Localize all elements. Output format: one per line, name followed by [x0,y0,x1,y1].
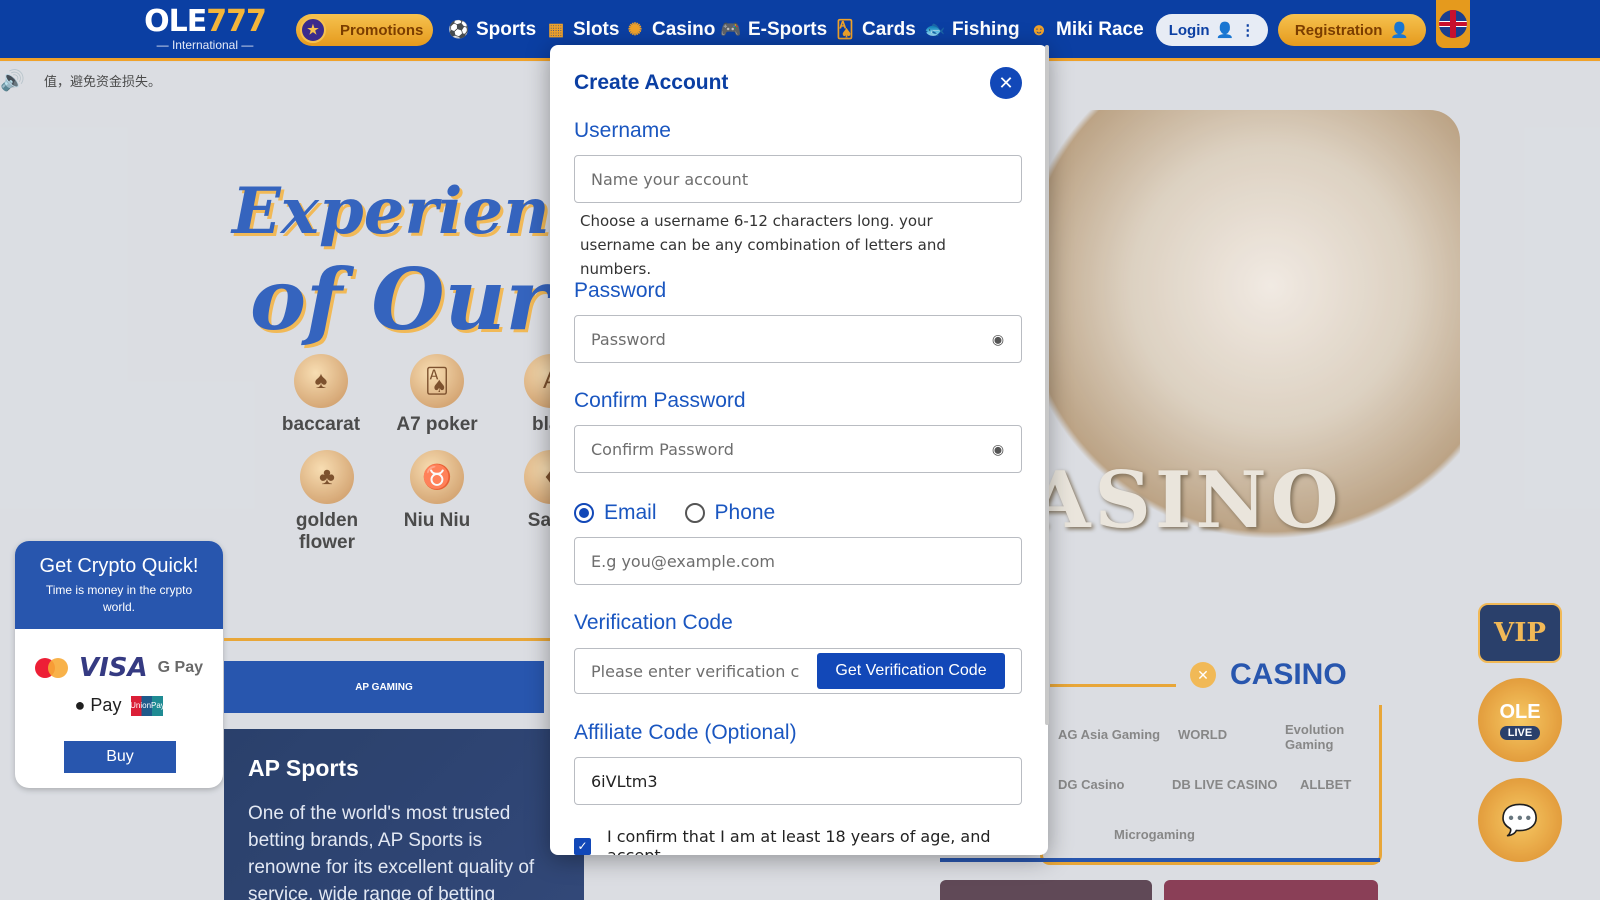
phone-option[interactable]: Phone [684,501,776,525]
show-password-icon[interactable]: ◉ [988,329,1008,349]
phone-radio[interactable] [684,503,705,523]
age-agreement-text: I confirm that I am at least 18 years of… [606,827,991,855]
password-input[interactable] [574,315,1022,363]
login-label: Login [1168,21,1210,39]
modal-title: Create Account [574,71,729,94]
logo-number: 777 [206,4,267,39]
logo-text: OLE [144,4,207,39]
mascot-icon: ☻ [1030,20,1048,39]
add-user-icon: 👤 [1390,22,1410,39]
verification-code-field: Get Verification Code [574,648,1022,694]
email-option-label: Email [604,501,657,524]
username-hint: Choose a username 6-12 characters long. … [580,212,946,278]
slot-machine-icon: ▦ [547,20,565,39]
nav-cards[interactable]: 🂡 Cards [834,16,916,44]
nav-sports-label: Sports [476,19,537,40]
login-button[interactable]: Login 👤 ⋮ [1156,14,1268,46]
promotions-button[interactable]: ★ Promotions [296,14,433,46]
age-agreement-checkbox[interactable]: ✓ [574,837,591,855]
casino-chip-icon: ✺ [627,20,643,39]
get-verification-code-button[interactable]: Get Verification Code [817,653,1005,689]
more-vertical-icon: ⋮ [1240,22,1256,39]
registration-label: Registration [1294,21,1383,39]
password-label: Password [574,279,667,302]
affiliate-code-input[interactable] [574,757,1022,805]
phone-option-label: Phone [714,501,776,524]
close-icon: ✕ [998,73,1014,93]
email-option[interactable]: Email [574,501,657,525]
fish-icon: 🐟 [924,20,946,39]
verification-code-input[interactable] [575,649,815,693]
create-account-modal: Create Account ✕ Username Choose a usern… [550,45,1048,855]
contact-method-selector: Email Phone [574,501,789,525]
show-confirm-password-icon[interactable]: ◉ [988,439,1008,459]
nav-sports[interactable]: ⚽ Sports [448,16,536,44]
logo-subtitle: — International — [156,38,254,52]
uk-flag-icon [1439,10,1467,38]
soccer-ball-icon: ⚽ [448,20,470,39]
username-input[interactable] [574,155,1022,203]
nav-slots[interactable]: ▦ Slots [545,16,619,44]
gamepad-icon: 🎮 [720,20,742,39]
cards-icon: 🂡 [836,20,854,39]
user-icon: 👤 [1215,22,1235,39]
close-button[interactable]: ✕ [990,67,1022,99]
nav-miki-race[interactable]: ☻ Miki Race [1028,16,1144,44]
modal-scrollbar[interactable] [1045,45,1049,725]
promotions-label: Promotions [340,21,424,39]
gift-icon: ★ [300,17,326,43]
nav-fishing-label: Fishing [952,19,1020,40]
confirm-password-label: Confirm Password [574,389,746,412]
email-radio[interactable] [574,503,594,523]
language-selector[interactable] [1436,0,1470,48]
username-label: Username [574,119,671,142]
nav-fishing[interactable]: 🐟 Fishing [924,16,1020,44]
nav-casino[interactable]: ✺ Casino [624,16,715,44]
nav-slots-label: Slots [573,19,620,40]
verification-code-label: Verification Code [574,611,733,634]
email-input[interactable] [574,537,1022,585]
affiliate-code-label: Affiliate Code (Optional) [574,721,797,744]
nav-cards-label: Cards [862,19,916,40]
registration-button[interactable]: Registration 👤 [1278,14,1426,46]
confirm-password-input[interactable] [574,425,1022,473]
nav-miki-race-label: Miki Race [1056,19,1144,40]
nav-casino-label: Casino [652,19,716,40]
nav-esports[interactable]: 🎮 E-Sports [720,16,827,44]
age-agreement: ✓ I confirm that I am at least 18 years … [574,827,1048,855]
nav-esports-label: E-Sports [748,19,828,40]
site-logo[interactable]: OLE777 — International — [144,4,267,54]
